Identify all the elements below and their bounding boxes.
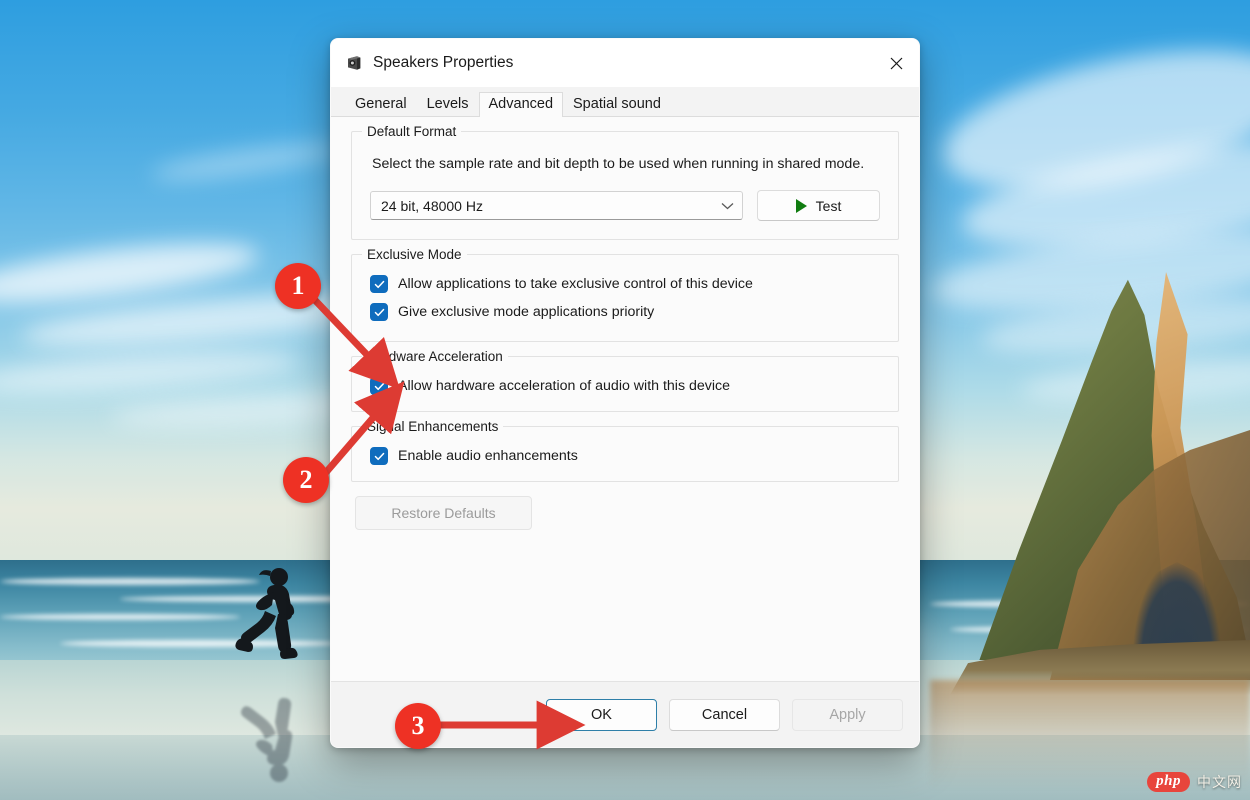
allow-exclusive-control-label: Allow applications to take exclusive con… — [398, 276, 753, 292]
default-format-group: Default Format Select the sample rate an… — [351, 131, 899, 240]
tab-general[interactable]: General — [345, 92, 417, 117]
default-format-description: Select the sample rate and bit depth to … — [372, 154, 878, 174]
default-format-group-title: Default Format — [362, 124, 461, 139]
tab-advanced[interactable]: Advanced — [479, 92, 564, 118]
signal-enhancements-group: Signal Enhancements Enable audio enhance… — [351, 426, 899, 482]
desktop-wallpaper: Speakers Properties General Levels Advan… — [0, 0, 1250, 800]
hardware-acceleration-checkbox[interactable] — [370, 377, 388, 395]
tab-levels[interactable]: Levels — [417, 92, 479, 117]
exclusive-priority-row[interactable]: Give exclusive mode applications priorit… — [370, 303, 884, 321]
restore-defaults-button[interactable]: Restore Defaults — [355, 496, 532, 530]
exclusive-mode-group: Exclusive Mode Allow applications to tak… — [351, 254, 899, 342]
hardware-acceleration-label: Allow hardware acceleration of audio wit… — [398, 378, 730, 394]
annotation-marker-1: 1 — [275, 263, 321, 309]
close-icon[interactable] — [873, 39, 919, 87]
runner-reflection — [224, 676, 300, 786]
exclusive-priority-checkbox[interactable] — [370, 303, 388, 321]
watermark: php 中文网 — [1147, 772, 1242, 792]
advanced-tab-page: Default Format Select the sample rate an… — [331, 117, 919, 723]
sample-rate-combobox[interactable]: 24 bit, 48000 Hz — [370, 191, 743, 220]
tab-strip: General Levels Advanced Spatial sound — [331, 87, 919, 117]
enable-audio-enhancements-row[interactable]: Enable audio enhancements — [370, 447, 884, 465]
test-button[interactable]: Test — [757, 190, 880, 221]
window-title: Speakers Properties — [373, 54, 513, 72]
annotation-marker-3: 3 — [395, 703, 441, 749]
tab-spatial-sound[interactable]: Spatial sound — [563, 92, 671, 117]
allow-exclusive-control-checkbox[interactable] — [370, 275, 388, 293]
annotation-marker-2: 2 — [283, 457, 329, 503]
test-button-label: Test — [816, 198, 842, 214]
hardware-acceleration-row[interactable]: Allow hardware acceleration of audio wit… — [370, 377, 884, 395]
enable-audio-enhancements-label: Enable audio enhancements — [398, 448, 578, 464]
watermark-brand: php — [1147, 772, 1190, 792]
allow-exclusive-control-row[interactable]: Allow applications to take exclusive con… — [370, 275, 884, 293]
watermark-site: 中文网 — [1197, 772, 1242, 792]
sample-rate-value: 24 bit, 48000 Hz — [381, 198, 721, 214]
speaker-icon — [345, 54, 363, 72]
exclusive-mode-group-title: Exclusive Mode — [362, 247, 467, 262]
wave-foam — [0, 614, 240, 620]
runner-silhouette — [224, 564, 300, 674]
wave-foam — [0, 578, 260, 585]
enable-audio-enhancements-checkbox[interactable] — [370, 447, 388, 465]
exclusive-priority-label: Give exclusive mode applications priorit… — [398, 304, 654, 320]
default-format-row: 24 bit, 48000 Hz Test — [370, 190, 880, 221]
hardware-acceleration-group: Hardware Acceleration Allow hardware acc… — [351, 356, 899, 412]
hardware-acceleration-group-title: Hardware Acceleration — [362, 349, 508, 364]
speakers-properties-dialog: Speakers Properties General Levels Advan… — [330, 38, 920, 748]
dialog-titlebar: Speakers Properties — [331, 39, 919, 87]
cancel-button[interactable]: Cancel — [669, 699, 780, 731]
chevron-down-icon — [721, 200, 734, 212]
apply-button[interactable]: Apply — [792, 699, 903, 731]
signal-enhancements-group-title: Signal Enhancements — [362, 419, 503, 434]
ok-button[interactable]: OK — [546, 699, 657, 731]
play-icon — [796, 199, 807, 213]
